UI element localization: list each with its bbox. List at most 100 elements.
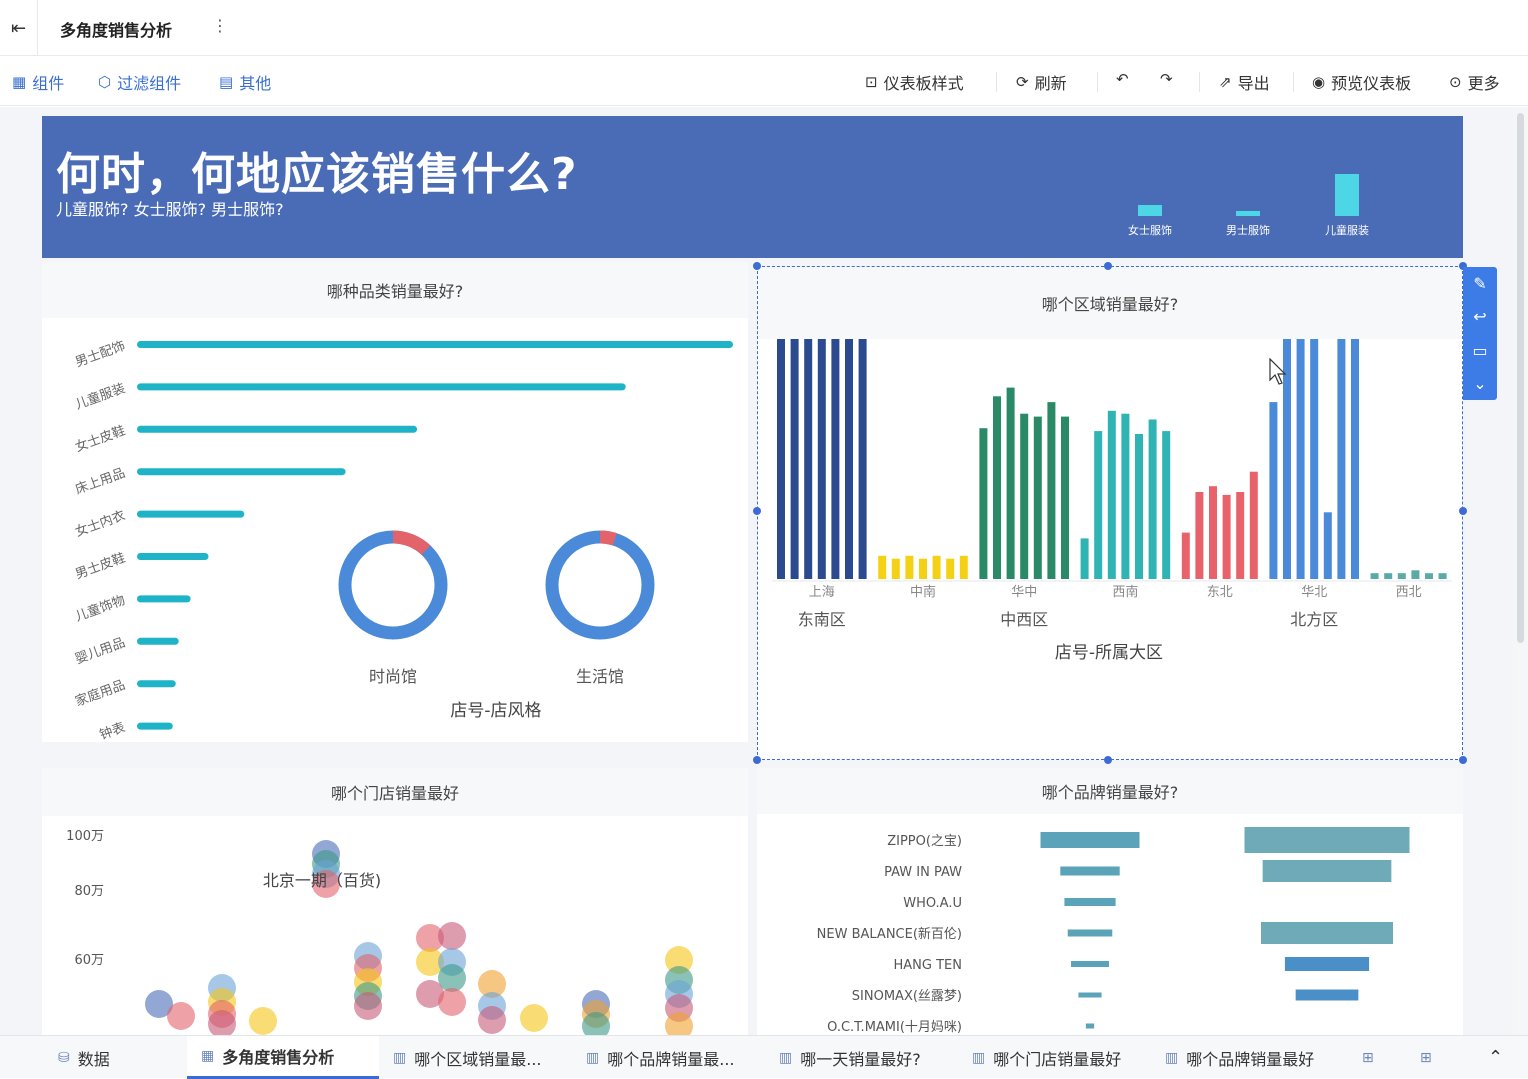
category-bar (137, 341, 733, 348)
filter-component-button[interactable]: ⬡ 过滤组件 (98, 70, 181, 94)
brand-bar (1262, 860, 1392, 882)
category-tick-label: 家庭用品 (73, 677, 127, 710)
resize-handle[interactable] (1104, 262, 1112, 270)
other-button[interactable]: ▤ 其他 (219, 70, 271, 94)
mouse-cursor-icon (1269, 358, 1287, 385)
add-dashboard-tab-button[interactable]: ⊞ (1420, 1036, 1432, 1079)
resize-handle[interactable] (1459, 507, 1467, 515)
data-tab-label: 数据 (77, 1049, 110, 1069)
other-label: 其他 (239, 74, 272, 93)
filter-cube-icon: ⬡ (98, 73, 112, 91)
collapse-button[interactable]: ⌃ (1488, 1036, 1503, 1079)
store-chart[interactable]: 100万 80万 60万 北京一期（百货) (42, 816, 748, 1035)
bar-chart-icon: ▥ (1165, 1049, 1179, 1066)
brand-bar (1060, 866, 1120, 876)
tab-region[interactable]: ▥ 哪个区域销量最... (393, 1036, 542, 1079)
preview-icon: ◉ (1312, 73, 1326, 91)
data-tab[interactable]: ⛁ 数据 (58, 1036, 110, 1079)
comment-icon[interactable]: ▭ (1472, 341, 1487, 360)
brand-tick-label: HANG TEN (894, 958, 962, 973)
more-menu-icon[interactable]: ⋮ (212, 16, 228, 35)
donut-label: 生活馆 (576, 667, 624, 686)
add-component-tab-button[interactable]: ⊞ (1362, 1036, 1374, 1079)
banner-mini-bar: 女士服饰 (1115, 205, 1185, 238)
mini-bar (1138, 205, 1162, 216)
resize-handle[interactable] (1459, 756, 1467, 764)
banner-title: 何时，何地应该销售什么? (56, 149, 578, 200)
tab-brand-1[interactable]: ▥ 哪个品牌销量最... (586, 1036, 735, 1079)
scrollbar-thumb[interactable] (1517, 113, 1524, 643)
more-button[interactable]: ⊙ 更多 (1449, 70, 1500, 94)
preview-label: 预览仪表板 (1331, 74, 1412, 93)
category-tick-label: 婴儿用品 (73, 635, 127, 667)
mini-bar-label: 女士服饰 (1128, 224, 1172, 237)
vertical-scrollbar[interactable] (1513, 107, 1528, 1035)
exit-icon[interactable]: ⇤ (0, 0, 38, 56)
store-point (438, 988, 466, 1016)
tab-store[interactable]: ▥ 哪个门店销量最好 (972, 1036, 1121, 1079)
resize-handle[interactable] (753, 756, 761, 764)
category-bar (137, 383, 626, 391)
dashboard-style-button[interactable]: ⊡ 仪表板样式 (865, 70, 964, 94)
chevron-down-icon[interactable]: ⌄ (1473, 374, 1486, 393)
resize-handle[interactable] (753, 507, 761, 515)
brand-bar (1078, 992, 1102, 998)
undo-icon: ↶ (1116, 70, 1129, 88)
brand-bar (1071, 961, 1109, 967)
y-tick-label: 100万 (66, 829, 104, 844)
category-bar (137, 468, 346, 476)
category-panel[interactable]: 哪种品类销量最好? 男士配饰 儿童服装 女士皮鞋 床上用品 女士内衣 男士皮鞋 儿童饰物 婴儿… (42, 262, 748, 742)
store-panel[interactable]: 哪个门店销量最好 100万 80万 60万 北京一期（百货) (42, 768, 748, 1035)
preview-button[interactable]: ◉ 预览仪表板 (1312, 70, 1411, 94)
undo-button[interactable]: ↶ (1116, 70, 1129, 88)
mini-bar-label: 儿童服装 (1325, 224, 1369, 237)
brand-bar (1244, 827, 1410, 853)
category-bar (137, 510, 245, 518)
refresh-button[interactable]: ⟳ 刷新 (1016, 70, 1067, 94)
bar-chart-icon: ▥ (972, 1049, 986, 1066)
component-button[interactable]: ▦ 组件 (12, 70, 64, 94)
link-back-icon[interactable]: ↩ (1473, 307, 1486, 326)
dashboard-icon: ▦ (201, 1048, 215, 1064)
title-banner[interactable]: 何时，何地应该销售什么? 儿童服饰? 女士服饰? 男士服饰? 女士服饰 男士服饰… (42, 116, 1463, 258)
brand-panel[interactable]: 哪个品牌销量最好? ZIPPO(之宝) PAW IN PAW WHO.A.U NEW … (757, 768, 1463, 1035)
resize-handle[interactable] (1104, 756, 1112, 764)
tab-day[interactable]: ▥ 哪一天销量最好? (779, 1036, 921, 1079)
category-chart[interactable]: 男士配饰儿童服装女士皮鞋床上用品女士内衣男士皮鞋儿童饰物婴儿用品家庭用品钟表 时尚… (42, 318, 748, 742)
bottom-tab-bar: ⛁ 数据 ▦ 多角度销售分析 ▥ 哪个区域销量最... ▥ 哪个品牌销量最...… (0, 1035, 1528, 1079)
brand-chart[interactable]: ZIPPO(之宝) PAW IN PAW WHO.A.U NEW BALANCE(新百… (757, 814, 1463, 1035)
export-button[interactable]: ⇗ 导出 (1219, 70, 1270, 94)
component-label: 组件 (32, 74, 65, 93)
category-tick-label: 床上用品 (73, 466, 127, 498)
category-tick-label: 儿童饰物 (73, 592, 127, 625)
store-point (354, 992, 382, 1020)
refresh-icon: ⟳ (1016, 73, 1029, 91)
category-tick-label: 女士内衣 (73, 507, 127, 540)
tab-label: 哪个门店销量最好 (993, 1049, 1122, 1069)
donut-label: 时尚馆 (369, 667, 417, 686)
redo-button[interactable]: ↷ (1160, 70, 1173, 88)
tab-brand-2[interactable]: ▥ 哪个品牌销量最好 (1165, 1036, 1314, 1079)
toolbar: ▦ 组件 ⬡ 过滤组件 ▤ 其他 ⊡ 仪表板样式 ⟳ 刷新 ↶ ↷ ⇗ 导出 ◉… (0, 56, 1528, 106)
database-icon: ⛁ (58, 1049, 70, 1066)
edit-icon[interactable]: ✎ (1473, 274, 1486, 293)
category-bar (137, 722, 173, 730)
tab-label: 哪个区域销量最... (414, 1049, 542, 1069)
export-icon: ⇗ (1219, 73, 1232, 91)
more-label: 更多 (1467, 74, 1500, 93)
brand-bar (1067, 929, 1113, 937)
mini-bar-label: 男士服饰 (1226, 224, 1270, 237)
tab-label: 哪一天销量最好? (800, 1049, 921, 1069)
brand-bar (1064, 898, 1116, 906)
category-bar (137, 425, 418, 433)
resize-handle[interactable] (753, 262, 761, 270)
chart-add-icon: ▦ (12, 73, 27, 91)
selection-outline (757, 266, 1463, 760)
tab-label: 哪个品牌销量最好 (1186, 1049, 1315, 1069)
top-bar: ⇤ 多角度销售分析 ⋮ (0, 0, 1528, 56)
tab-dashboard[interactable]: ▦ 多角度销售分析 (187, 1036, 379, 1079)
bar-chart-icon: ▥ (779, 1049, 793, 1066)
brand-bar (1040, 832, 1140, 848)
brand-bar (1085, 1023, 1095, 1029)
y-tick-label: 60万 (74, 953, 104, 968)
